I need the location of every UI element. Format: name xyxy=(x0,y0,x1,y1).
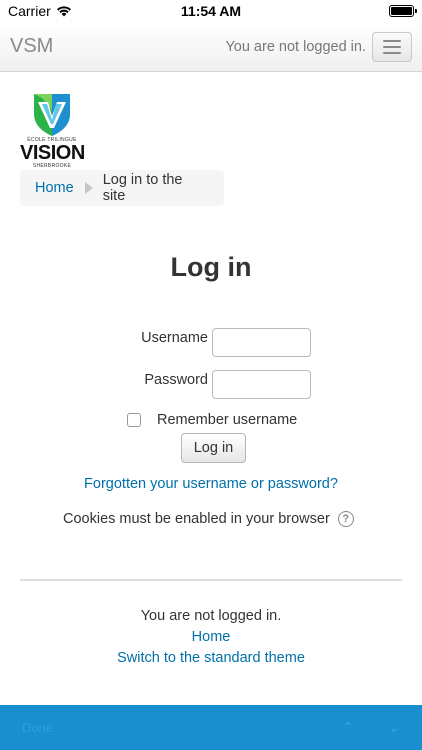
menu-toggle-button[interactable] xyxy=(372,31,412,62)
footer-login-status: You are not logged in. xyxy=(140,608,282,624)
footer-home-link[interactable]: Home xyxy=(0,629,422,645)
remember-username-checkbox[interactable] xyxy=(127,413,141,427)
cookies-notice: Cookies must be enabled in your browser … xyxy=(63,511,354,527)
up-arrow-icon[interactable]: ⌃ xyxy=(343,719,355,736)
site-brand[interactable]: VSM xyxy=(10,35,53,58)
password-row: Password xyxy=(0,370,422,399)
toolbar-arrows: ⌃ ⌄ xyxy=(343,719,400,736)
switch-theme-link[interactable]: Switch to the standard theme xyxy=(0,650,422,666)
logo-city: SHERBROOKE xyxy=(32,163,72,169)
remember-username-row: Remember username xyxy=(127,412,297,428)
breadcrumb-home-link[interactable]: Home xyxy=(35,180,74,196)
done-button[interactable]: Done xyxy=(22,720,53,735)
username-row: Username xyxy=(0,328,422,357)
footer-divider xyxy=(20,579,402,581)
forgot-password-link[interactable]: Forgotten your username or password? xyxy=(0,476,422,492)
status-bar: Carrier 11:54 AM xyxy=(0,0,422,22)
help-icon[interactable]: ? xyxy=(337,511,354,527)
down-arrow-icon[interactable]: ⌄ xyxy=(388,719,400,736)
cookies-text: Cookies must be enabled in your browser xyxy=(63,511,330,527)
breadcrumb-separator-icon xyxy=(84,182,93,194)
username-input[interactable] xyxy=(212,328,311,357)
page-title: Log in xyxy=(170,252,252,282)
navbar-right: You are not logged in. xyxy=(225,31,412,62)
breadcrumb: Home Log in to the site xyxy=(20,170,224,206)
top-navbar: VSM You are not logged in. xyxy=(0,22,422,72)
wifi-icon xyxy=(56,6,71,17)
battery-icon xyxy=(389,5,417,17)
hamburger-icon xyxy=(383,39,401,42)
carrier-label: Carrier xyxy=(8,3,51,19)
bottom-toolbar: Done ⌃ ⌄ xyxy=(0,705,422,750)
login-status: You are not logged in. xyxy=(225,38,366,55)
breadcrumb-current: Log in to the site xyxy=(102,172,183,204)
carrier-signal: Carrier xyxy=(8,3,72,19)
school-logo: ÉCOLE TRILINGUE VISION SHERBROOKE xyxy=(20,92,85,170)
username-label: Username xyxy=(141,329,208,346)
password-input[interactable] xyxy=(212,370,311,399)
shield-logo-icon xyxy=(34,94,70,136)
password-label: Password xyxy=(144,371,208,388)
login-button[interactable]: Log in xyxy=(181,433,246,463)
logo-wordmark: VISION xyxy=(20,142,85,164)
remember-username-label: Remember username xyxy=(157,412,298,428)
